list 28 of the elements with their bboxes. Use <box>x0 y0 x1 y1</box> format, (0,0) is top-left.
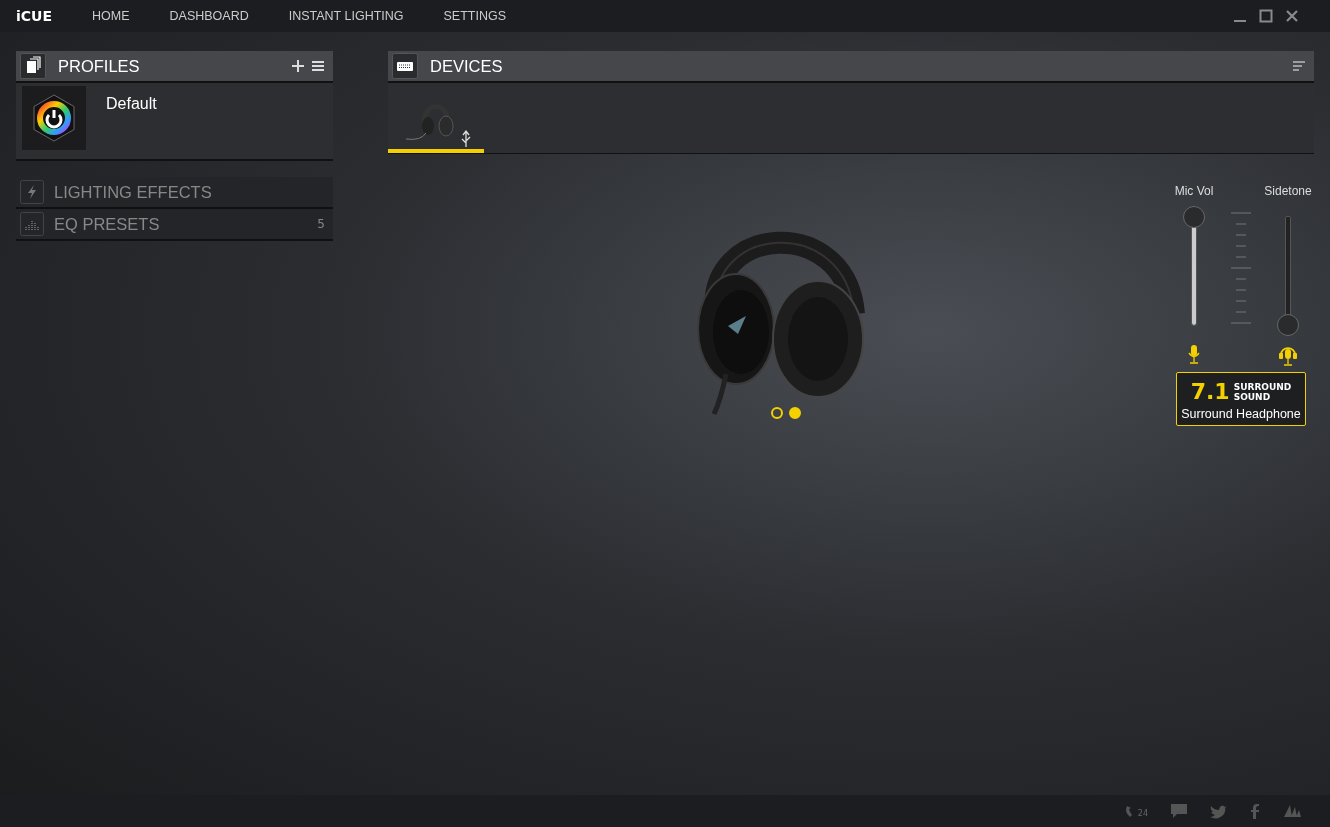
slider-thumb[interactable] <box>1183 206 1205 228</box>
equalizer-icon <box>20 212 44 236</box>
app-logo: iCUE <box>16 8 52 24</box>
section-header[interactable]: EQ PRESETS 5 <box>16 209 333 241</box>
nav-tab[interactable]: DASHBOARD <box>169 9 249 23</box>
panel-title: DEVICES <box>430 56 503 76</box>
maximize-icon[interactable] <box>1258 8 1274 24</box>
section-header[interactable]: LIGHTING EFFECTS <box>16 177 333 209</box>
nav-tab[interactable]: HOME <box>92 9 130 23</box>
nav-tab[interactable]: INSTANT LIGHTING <box>288 9 404 23</box>
nav-tab[interactable]: SETTINGS <box>443 9 507 23</box>
close-icon[interactable] <box>1284 8 1300 24</box>
preset-count: 5 <box>317 217 325 231</box>
carousel-dot[interactable] <box>789 407 801 419</box>
stacked-pages-icon <box>20 53 46 79</box>
panel-title: PROFILES <box>58 56 140 76</box>
menu-icon[interactable] <box>311 59 325 73</box>
lightning-icon <box>20 180 44 204</box>
carousel-dot[interactable] <box>771 407 783 419</box>
sort-icon[interactable] <box>1292 60 1306 72</box>
profile-item[interactable]: Default <box>16 83 333 161</box>
keyboard-icon <box>392 53 418 79</box>
slider-label: Mic Vol <box>1174 184 1214 198</box>
slider-label: Sidetone <box>1264 184 1312 198</box>
headset-mic-icon[interactable] <box>1278 344 1298 366</box>
microphone-icon[interactable] <box>1187 344 1201 364</box>
add-icon[interactable] <box>291 59 305 73</box>
slider-thumb[interactable] <box>1277 314 1299 336</box>
